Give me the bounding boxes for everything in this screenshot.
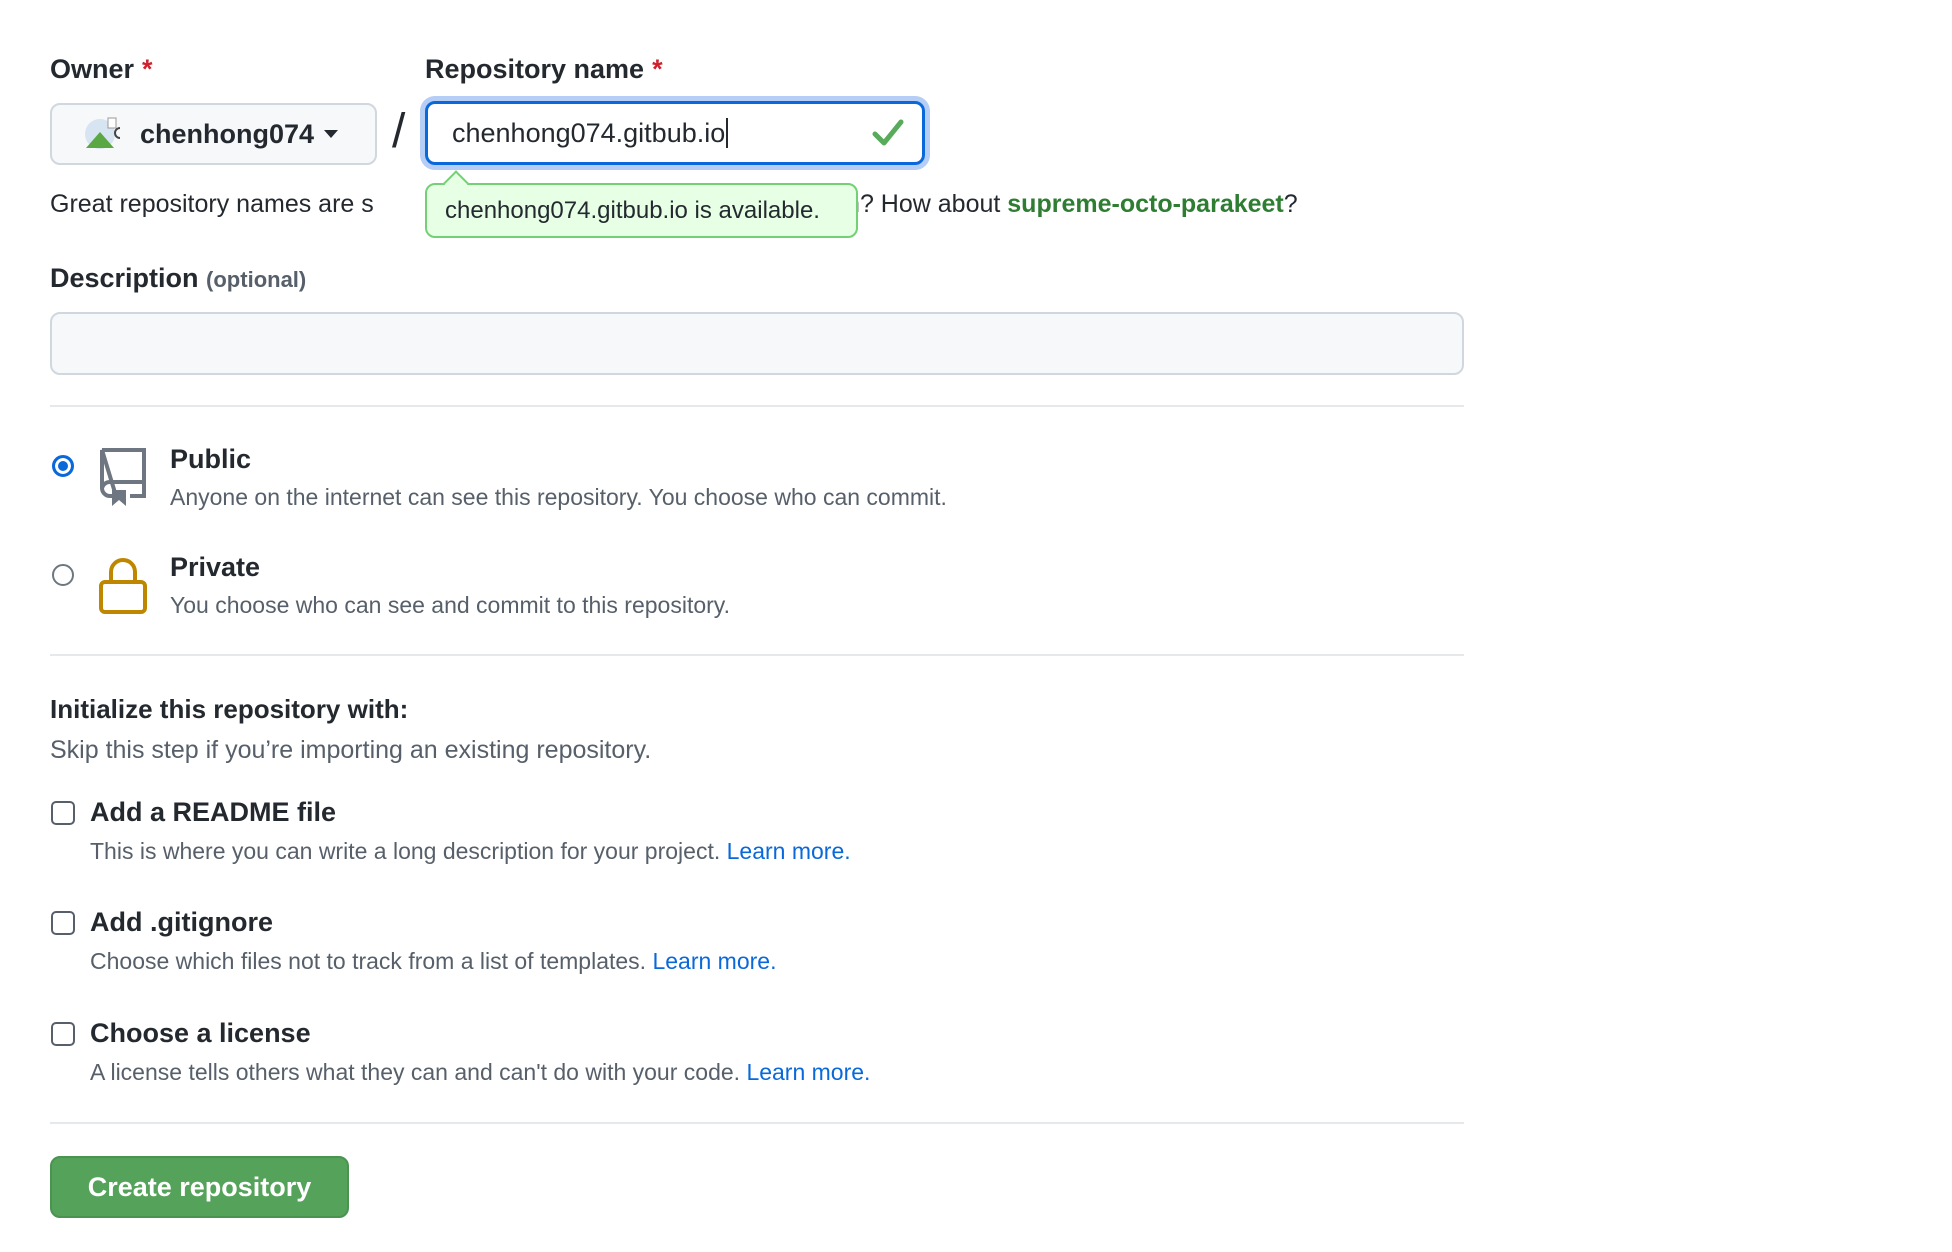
private-description: You choose who can see and commit to thi… bbox=[170, 592, 730, 618]
availability-tooltip: chenhong074.gitbub.io is available. bbox=[425, 183, 858, 238]
repo-label-text: Repository name bbox=[425, 54, 645, 84]
tooltip-text: chenhong074.gitbub.io is available. bbox=[445, 196, 820, 224]
create-repository-label: Create repository bbox=[87, 1171, 312, 1202]
gitignore-learn-more-link[interactable]: Learn more. bbox=[652, 948, 776, 974]
chevron-down-icon bbox=[324, 130, 339, 138]
readme-description: This is where you can write a long descr… bbox=[90, 838, 727, 864]
description-input[interactable] bbox=[50, 312, 1464, 375]
license-description: A license tells others what they can and… bbox=[90, 1059, 747, 1085]
readme-checkbox[interactable] bbox=[51, 801, 75, 825]
owner-label-text: Owner bbox=[50, 54, 135, 84]
divider bbox=[50, 405, 1464, 407]
gitignore-title: Add .gitignore bbox=[90, 907, 273, 937]
public-radio[interactable] bbox=[52, 455, 74, 477]
optional-hint: (optional) bbox=[206, 267, 307, 292]
description-label: Description (optional) bbox=[50, 263, 306, 294]
divider bbox=[50, 654, 1464, 656]
repo-icon bbox=[100, 448, 146, 506]
owner-label: Owner * bbox=[50, 54, 153, 85]
owner-dropdown[interactable]: chenhong074 bbox=[50, 103, 377, 165]
license-checkbox[interactable] bbox=[51, 1022, 75, 1046]
gitignore-checkbox[interactable] bbox=[51, 911, 75, 935]
init-subtext: Skip this step if you’re importing an ex… bbox=[50, 736, 652, 764]
avatar bbox=[84, 116, 124, 152]
gitignore-description: Choose which files not to track from a l… bbox=[90, 948, 653, 974]
init-heading: Initialize this repository with: bbox=[50, 694, 409, 724]
private-title: Private bbox=[170, 552, 261, 582]
repo-name-value: chenhong074.gitbub.io bbox=[452, 117, 726, 148]
required-mark: * bbox=[142, 54, 153, 84]
public-description: Anyone on the internet can see this repo… bbox=[170, 484, 947, 510]
owner-value: chenhong074 bbox=[140, 118, 315, 149]
create-repository-button[interactable]: Create repository bbox=[50, 1156, 349, 1218]
owner-repo-separator: / bbox=[392, 105, 406, 158]
suggested-name[interactable]: supreme-octo-parakeet bbox=[1007, 190, 1283, 218]
help-prefix: Great repository names are s bbox=[50, 190, 374, 218]
license-title: Choose a license bbox=[90, 1018, 311, 1048]
public-title: Public bbox=[170, 444, 252, 474]
description-label-text: Description bbox=[50, 263, 199, 293]
repo-name-input[interactable]: chenhong074.gitbub.io bbox=[425, 101, 925, 165]
license-learn-more-link[interactable]: Learn more. bbox=[746, 1059, 870, 1085]
repo-name-label: Repository name * bbox=[425, 54, 663, 85]
required-mark: * bbox=[652, 54, 663, 84]
divider bbox=[50, 1122, 1464, 1124]
readme-title: Add a README file bbox=[90, 797, 337, 827]
readme-learn-more-link[interactable]: Learn more. bbox=[727, 838, 851, 864]
lock-icon bbox=[99, 558, 147, 614]
text-cursor bbox=[726, 118, 729, 148]
private-radio[interactable] bbox=[52, 564, 74, 586]
check-icon bbox=[872, 119, 904, 146]
help-suffix: ? bbox=[1283, 190, 1298, 218]
